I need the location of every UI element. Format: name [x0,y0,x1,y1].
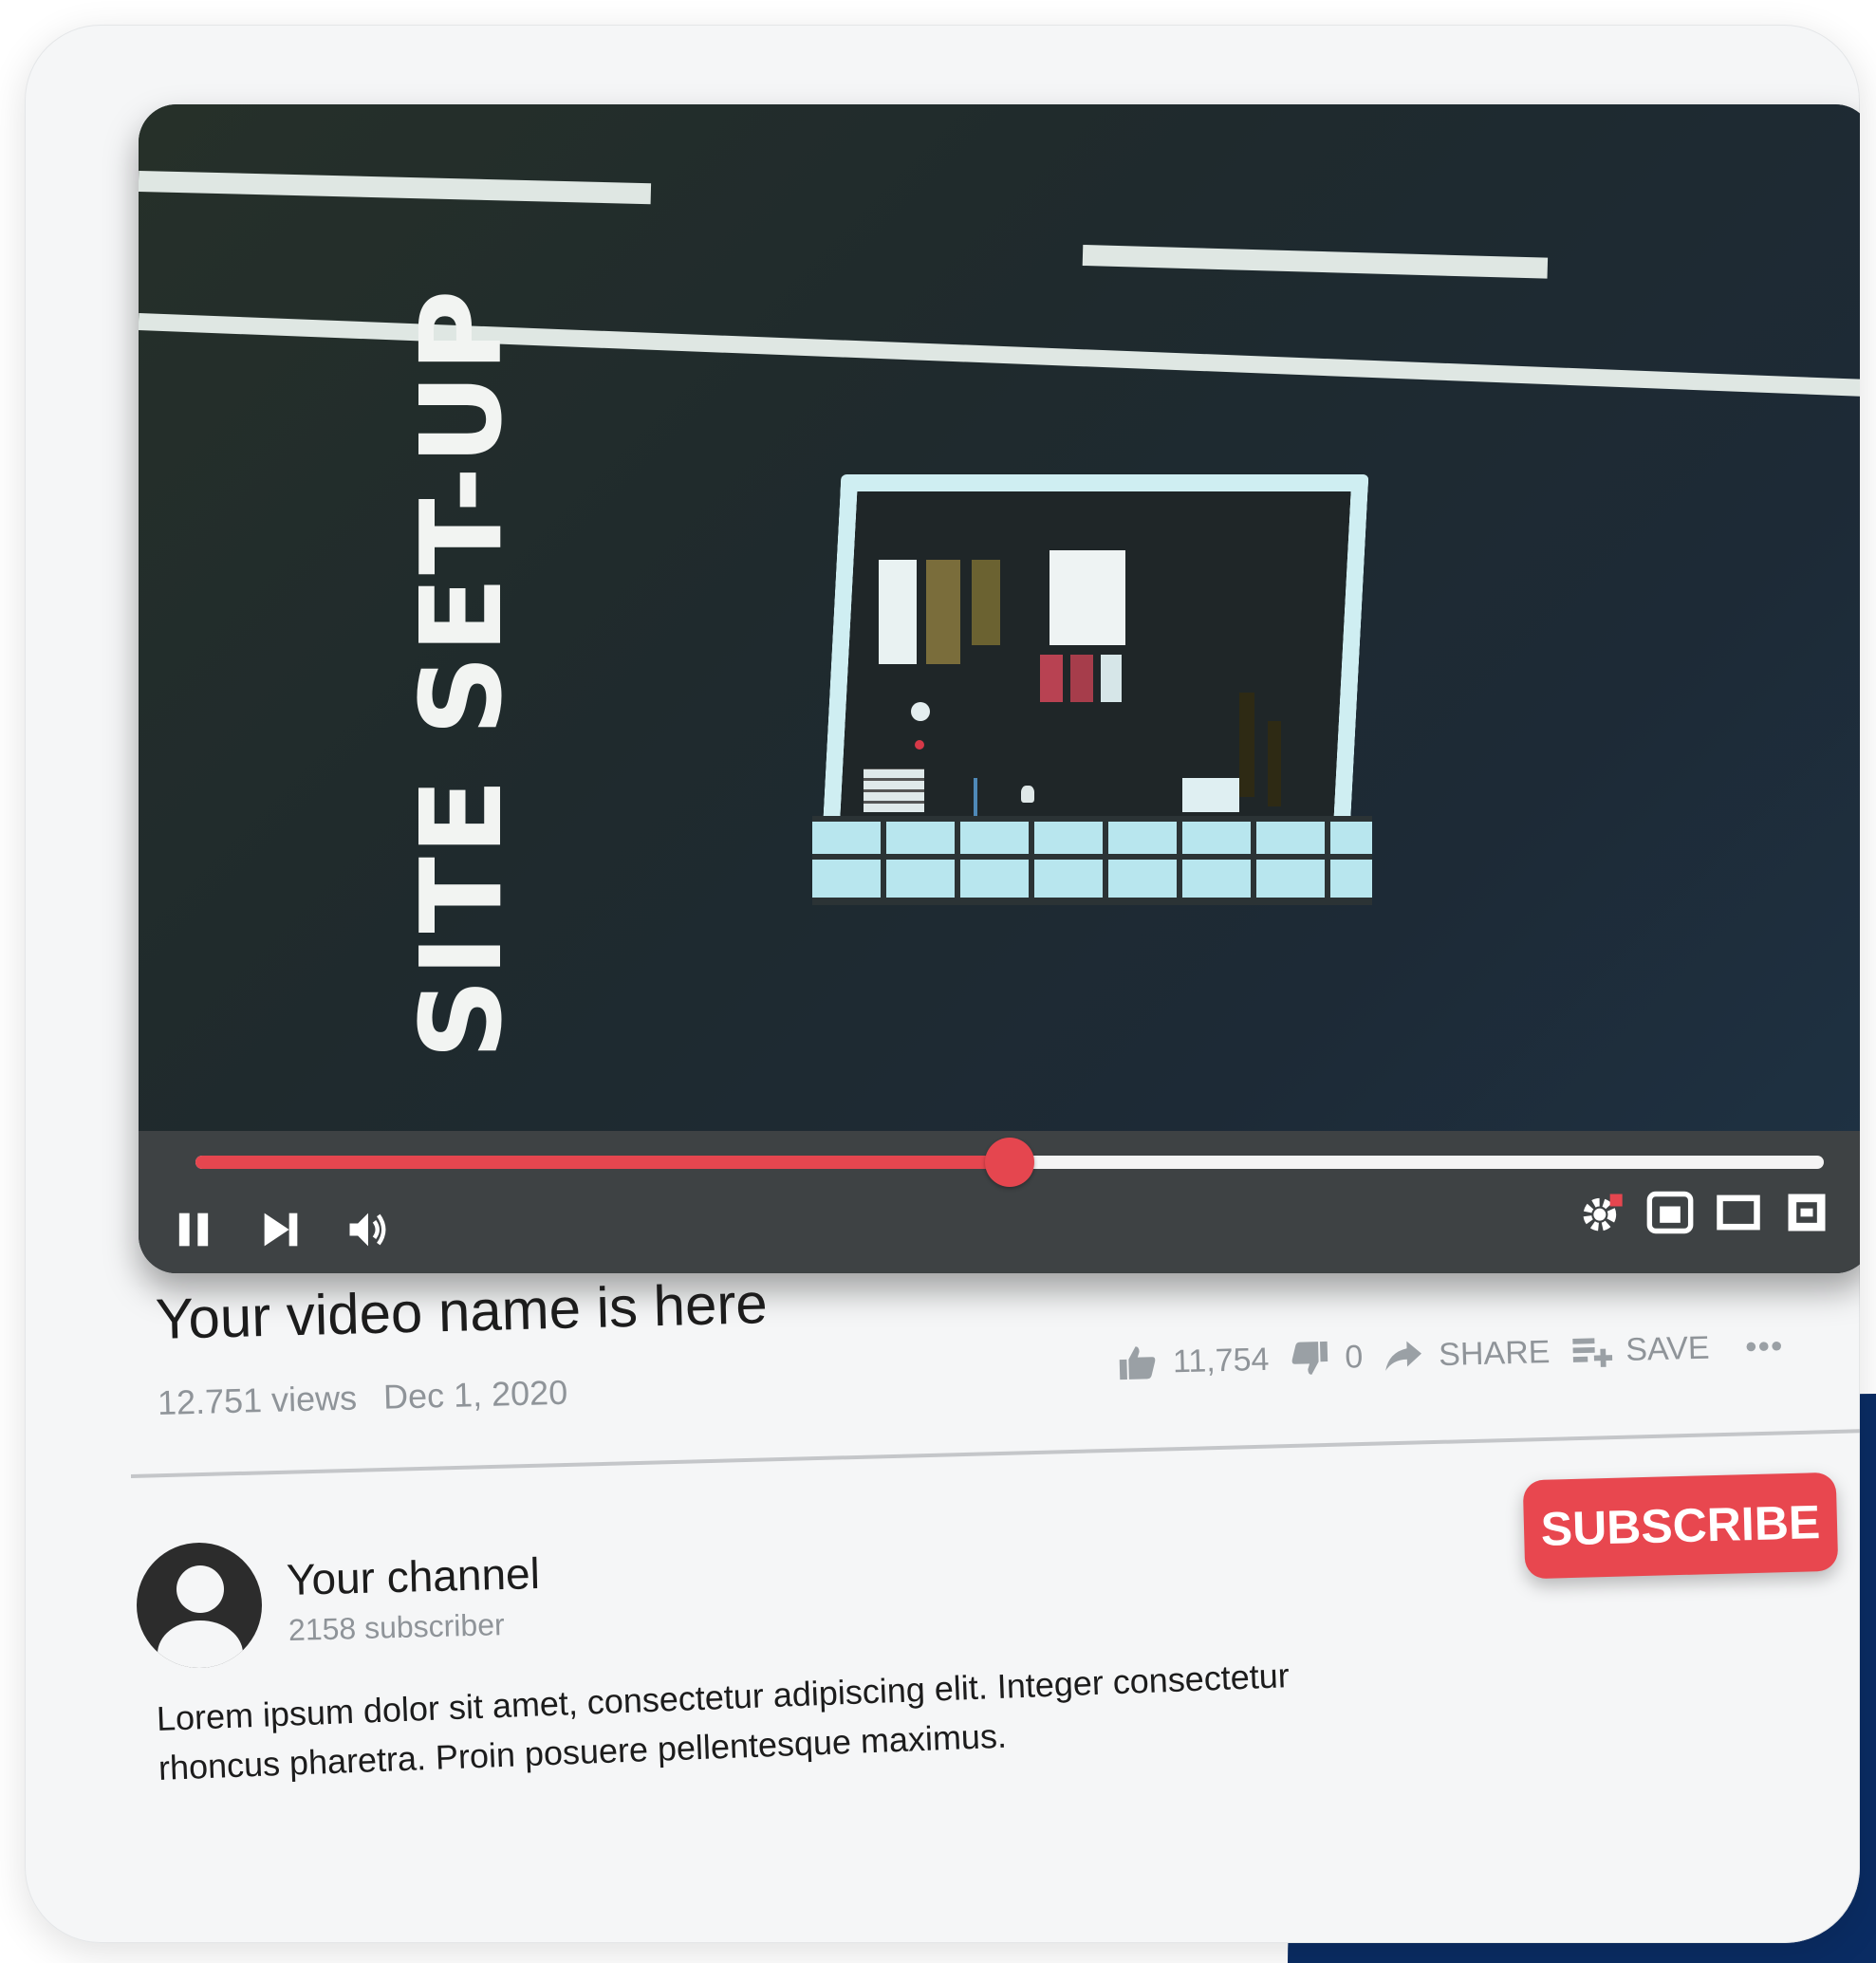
video-meta: 12.751 views Dec 1, 2020 [157,1373,567,1423]
dislike-count: 0 [1344,1338,1364,1376]
save-label: SAVE [1625,1329,1710,1368]
model-block [1070,655,1093,702]
fullscreen-button[interactable] [1780,1186,1833,1239]
upload-date: Dec 1, 2020 [382,1372,568,1417]
model-block [974,778,977,816]
model-block [972,560,1000,645]
volume-icon [349,1213,386,1247]
view-count: 12.751 views [157,1378,358,1422]
share-arrow-icon [1385,1341,1422,1371]
miniplayer-icon [1646,1191,1694,1234]
control-bar [139,1131,1860,1273]
skip-next-icon [264,1213,298,1247]
avatar-icon-body [158,1620,243,1668]
pause-icon [178,1213,209,1247]
divider [130,1429,1860,1478]
subscriber-count: 2158 subscriber [288,1607,506,1647]
progress-bar[interactable] [195,1138,1824,1187]
save-button[interactable]: SAVE [1569,1326,1710,1374]
model-block [926,560,960,664]
model-block [911,702,930,721]
settings-button[interactable] [1575,1186,1628,1239]
channel-name[interactable]: Your channel [286,1547,540,1605]
like-button[interactable]: 11,754 [1115,1338,1270,1385]
model-block [1021,786,1034,803]
model-block [915,740,924,750]
site-model-illustration [803,389,1372,905]
thumbs-down-icon [1292,1341,1328,1375]
subscribe-button[interactable]: SUBSCRIBE [1522,1472,1839,1580]
model-block [1182,778,1239,812]
avatar-icon [176,1565,224,1613]
model-block [879,560,917,664]
theater-button[interactable] [1712,1186,1765,1239]
video-title: Your video name is here [155,1271,769,1351]
miniplayer-button[interactable] [1644,1186,1697,1239]
dislike-button[interactable]: 0 [1288,1335,1364,1380]
progress-scrubber[interactable] [985,1138,1034,1187]
thumbs-up-icon [1119,1346,1156,1380]
more-icon [1746,1341,1781,1352]
model-front-wall [812,816,1372,905]
like-count: 11,754 [1172,1341,1270,1380]
video-player[interactable]: SITE SET-UP [139,104,1860,1273]
next-button[interactable] [254,1203,307,1256]
fullscreen-icon [1788,1194,1826,1232]
model-block [1239,693,1254,797]
video-frame[interactable]: SITE SET-UP [139,104,1860,1131]
model-block [1268,721,1281,806]
video-actions: 11,754 0 SHARE SAVE [1115,1324,1786,1385]
playlist-add-icon [1571,1338,1612,1367]
pause-button[interactable] [167,1203,220,1256]
video-stripe [139,171,652,205]
model-block [1040,655,1063,702]
progress-fill [195,1156,1010,1169]
gear-icon [1583,1194,1623,1232]
share-label: SHARE [1438,1333,1551,1373]
model-block [1049,550,1125,645]
more-button[interactable] [1741,1324,1786,1369]
model-block [864,769,924,812]
share-button[interactable]: SHARE [1382,1330,1551,1379]
theater-icon [1717,1194,1760,1231]
video-stripe [1082,245,1549,279]
volume-button[interactable] [342,1203,395,1256]
video-card: SITE SET-UP Your video name is here 12.7… [25,25,1860,1943]
video-description: Lorem ipsum dolor sit amet, consectetur … [156,1656,1291,1787]
model-block [1101,655,1122,702]
channel-avatar[interactable] [137,1543,262,1668]
video-overlay-title: SITE SET-UP [396,287,527,1060]
